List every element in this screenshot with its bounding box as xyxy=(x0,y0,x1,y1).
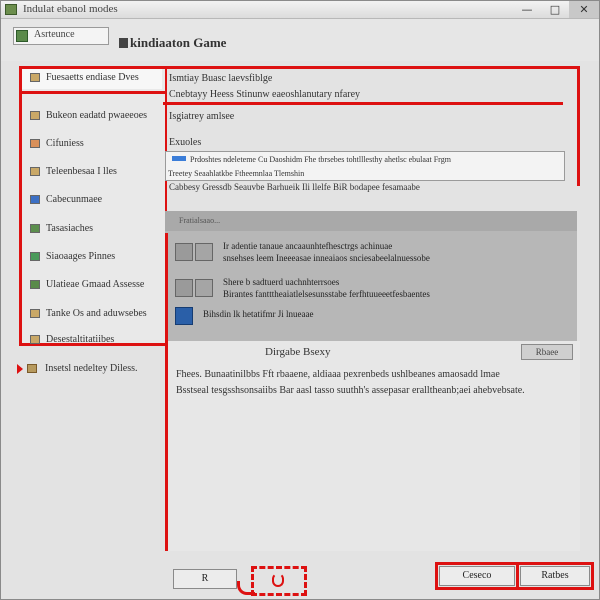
sidebar-item-label: Cifuniess xyxy=(46,138,84,149)
maximize-button[interactable]: □ xyxy=(541,1,569,18)
annotation-line xyxy=(163,102,563,105)
result-row[interactable]: Bihsdin lk hetatifmr Ji lnueaae xyxy=(175,305,570,335)
sidebar-item-label: Insetsl nedeltey Diless. xyxy=(45,363,138,374)
app-icon xyxy=(5,4,17,15)
disk-icon xyxy=(30,167,40,176)
pointer-arrow-icon xyxy=(17,364,23,374)
section-heading: Exuoles xyxy=(169,137,202,148)
app-name-text: kindiaaton Game xyxy=(130,35,227,50)
cancel-button[interactable]: Ratbes xyxy=(520,566,590,586)
folder-icon xyxy=(30,335,40,344)
sidebar-item-label: Fuesaetts endiase Dves xyxy=(46,72,139,83)
monitor-icon xyxy=(30,280,40,289)
sidebar-item-label: Siaoaages Pinnes xyxy=(46,251,116,262)
app-icon xyxy=(175,243,193,261)
dialog-text-2: Bsstseal tesgsshsonsaiibs Bar aasl tasso… xyxy=(176,385,525,396)
result-title: Shere b sadtuerd uachnhterrsoes xyxy=(223,277,340,287)
folder-icon xyxy=(30,309,40,318)
toolbar-field-text: Asrteunce xyxy=(34,29,75,40)
sidebar-item-label: Bukeon eadatd pwaeeoes xyxy=(46,110,148,121)
results-header-text: Fratialsaao... xyxy=(179,216,221,225)
results-header: Fratialsaao... xyxy=(165,211,577,231)
sidebar-item-6[interactable]: Siaoaages Pinnes xyxy=(22,248,162,268)
sidebar-item-4[interactable]: Cabecunmaee xyxy=(22,191,162,211)
result-title: Bihsdin lk hetatifmr Ji lnueaae xyxy=(203,309,314,319)
folder-icon xyxy=(30,111,40,120)
image-icon xyxy=(16,30,28,42)
details-line-1: Ismtiay Buasc laevsfiblge xyxy=(169,73,273,84)
globe-icon xyxy=(30,224,40,233)
app-name: kindiaaton Game xyxy=(119,35,226,51)
annotation-line xyxy=(165,233,168,341)
toolbar-field[interactable]: Asrteunce xyxy=(13,27,109,45)
sidebar-item-label: Ulatieae Gmaad Assesse xyxy=(46,279,145,290)
result-row[interactable]: Ir adentie tanaue ancaaunhtefhesctrgs ac… xyxy=(175,241,570,271)
details-line-3: Isgiatrey amlsee xyxy=(169,111,235,122)
sidebar-item-2[interactable]: Cifuniess xyxy=(22,135,162,155)
annotation-box xyxy=(251,566,307,596)
card-icon xyxy=(30,139,40,148)
progress-icon xyxy=(172,156,186,161)
sidebar-item-label: Cabecunmaee xyxy=(46,194,103,205)
folder-icon xyxy=(30,73,40,82)
window-title: Indulat ebanol modes xyxy=(23,3,118,15)
details-line-2: Cnebtayy Heess Stinunw eaeoshlanutary nf… xyxy=(169,89,361,100)
sidebar-item-8[interactable]: Tanke Os and aduwsebes xyxy=(22,305,162,325)
shield-icon xyxy=(30,195,40,204)
sidebar-item-label: Teleenbesaa I lles xyxy=(46,166,117,177)
sidebar-item-3[interactable]: Teleenbesaa I lles xyxy=(22,163,162,183)
minimize-button[interactable]: — xyxy=(513,1,541,18)
toolbar: Asrteunce kindiaaton Game xyxy=(1,19,599,61)
sidebar-item-label: Tanke Os and aduwsebes xyxy=(46,308,147,319)
tool-icon xyxy=(175,307,193,325)
file-list: Prdoshtes ndeleteme Cu Daoshidm Fhe tbrs… xyxy=(165,151,565,181)
sidebar-item-last[interactable]: Insetsl nedeltey Diless. xyxy=(17,361,161,379)
result-detail: Birantes fantttheaiatlelsesunsstabe ferf… xyxy=(223,289,430,299)
pawn-icon xyxy=(119,38,128,48)
sidebar-item-5[interactable]: Tasasiaches xyxy=(22,220,162,240)
sidebar-item-9[interactable]: Desestaltitatiibes xyxy=(22,331,162,351)
app-icon xyxy=(175,279,193,297)
shield-icon xyxy=(30,252,40,261)
sidebar-item-0[interactable]: Fuesaetts endiase Dves xyxy=(22,69,162,89)
sidebar: Fuesaetts endiase Dves Bukeon eadatd pwa… xyxy=(19,66,167,346)
title-bar: Indulat ebanol modes — □ ✕ xyxy=(1,1,599,19)
close-button[interactable]: ✕ xyxy=(569,1,599,18)
details-panel: Ismtiay Buasc laevsfiblge Cnebtayy Heess… xyxy=(163,66,580,192)
sidebar-item-1[interactable]: Bukeon eadatd pwaeeoes xyxy=(22,107,162,127)
back-button[interactable]: R xyxy=(173,569,237,589)
list-item[interactable]: Treetey Seaahlatkbe Ftheemnlaa Tlemshin xyxy=(168,167,562,180)
sidebar-item-7[interactable]: Ulatieae Gmaad Assesse xyxy=(22,276,162,296)
results-panel: Fratialsaao... Ir adentie tanaue ancaaun… xyxy=(165,211,577,341)
annotation-line xyxy=(22,91,165,94)
result-row[interactable]: Shere b sadtuerd uachnhterrsoes Birantes… xyxy=(175,277,570,307)
list-item-text: Prdoshtes ndeleteme Cu Daoshidm Fhe tbrs… xyxy=(190,155,451,164)
list-item[interactable]: Prdoshtes ndeleteme Cu Daoshidm Fhe tbrs… xyxy=(168,153,562,166)
dialog-title: Dirgabe Bsexy xyxy=(265,346,331,358)
app-icon xyxy=(195,279,213,297)
sidebar-item-label: Tasasiaches xyxy=(46,223,94,234)
sidebar-item-label: Desestaltitatiibes xyxy=(46,334,115,345)
folder-icon xyxy=(27,364,37,373)
description-dialog: Dirgabe Bsexy Rbaee Fhees. Bunaatinilbbs… xyxy=(165,341,580,551)
cursor-icon xyxy=(272,573,284,587)
dialog-text-1: Fhees. Bunaatinilbbs Fft rbaaene, aldiaa… xyxy=(176,369,500,380)
result-detail: snsehses leem Ineeeasae inneaiaos sncies… xyxy=(223,253,430,263)
ok-button[interactable]: Ceseco xyxy=(439,566,515,586)
app-icon xyxy=(195,243,213,261)
app-window: Indulat ebanol modes — □ ✕ Asrteunce kin… xyxy=(0,0,600,600)
result-title: Ir adentie tanaue ancaaunhtefhesctrgs ac… xyxy=(223,241,393,251)
dialog-button[interactable]: Rbaee xyxy=(521,344,573,360)
details-summary: Cabbesy Gressdb Seauvbe Barhueik Ili lle… xyxy=(169,182,420,192)
